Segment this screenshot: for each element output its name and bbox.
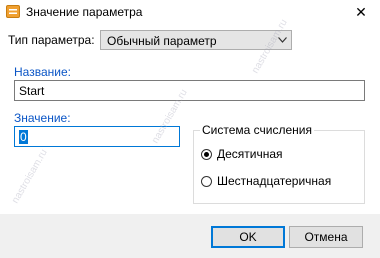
radio-decimal-indicator (201, 148, 212, 160)
name-input[interactable]: Start (14, 80, 365, 101)
radio-decimal[interactable]: Десятичная (201, 147, 283, 161)
parameter-type-value: Обычный параметр (107, 34, 217, 48)
dialog-window: Значение параметра ✕ Тип параметра: Обыч… (0, 0, 380, 258)
name-input-value: Start (19, 84, 45, 98)
watermark-text: nastroisam.ru (10, 147, 50, 206)
window-title: Значение параметра (26, 5, 143, 19)
name-label: Название: (14, 65, 71, 79)
number-base-title: Система счисления (200, 123, 314, 137)
ok-button[interactable]: OK (211, 226, 285, 248)
number-base-group (193, 130, 365, 204)
radio-hexadecimal-indicator (201, 175, 212, 187)
radio-decimal-label: Десятичная (217, 147, 283, 161)
chevron-down-icon (278, 37, 287, 43)
value-input-value: 0 (19, 130, 28, 144)
cancel-button[interactable]: Отмена (289, 226, 363, 248)
value-label: Значение: (14, 111, 71, 125)
radio-hexadecimal-label: Шестнадцатеричная (217, 174, 332, 188)
close-button[interactable]: ✕ (346, 0, 376, 24)
value-input[interactable]: 0 (14, 126, 180, 147)
close-icon: ✕ (355, 3, 367, 20)
radio-hexadecimal[interactable]: Шестнадцатеричная (201, 174, 331, 188)
parameter-type-select[interactable]: Обычный параметр (100, 30, 292, 50)
parameter-type-label: Тип параметра: (8, 33, 95, 47)
title-bar[interactable]: Значение параметра ✕ (0, 0, 380, 24)
app-icon (6, 5, 20, 18)
